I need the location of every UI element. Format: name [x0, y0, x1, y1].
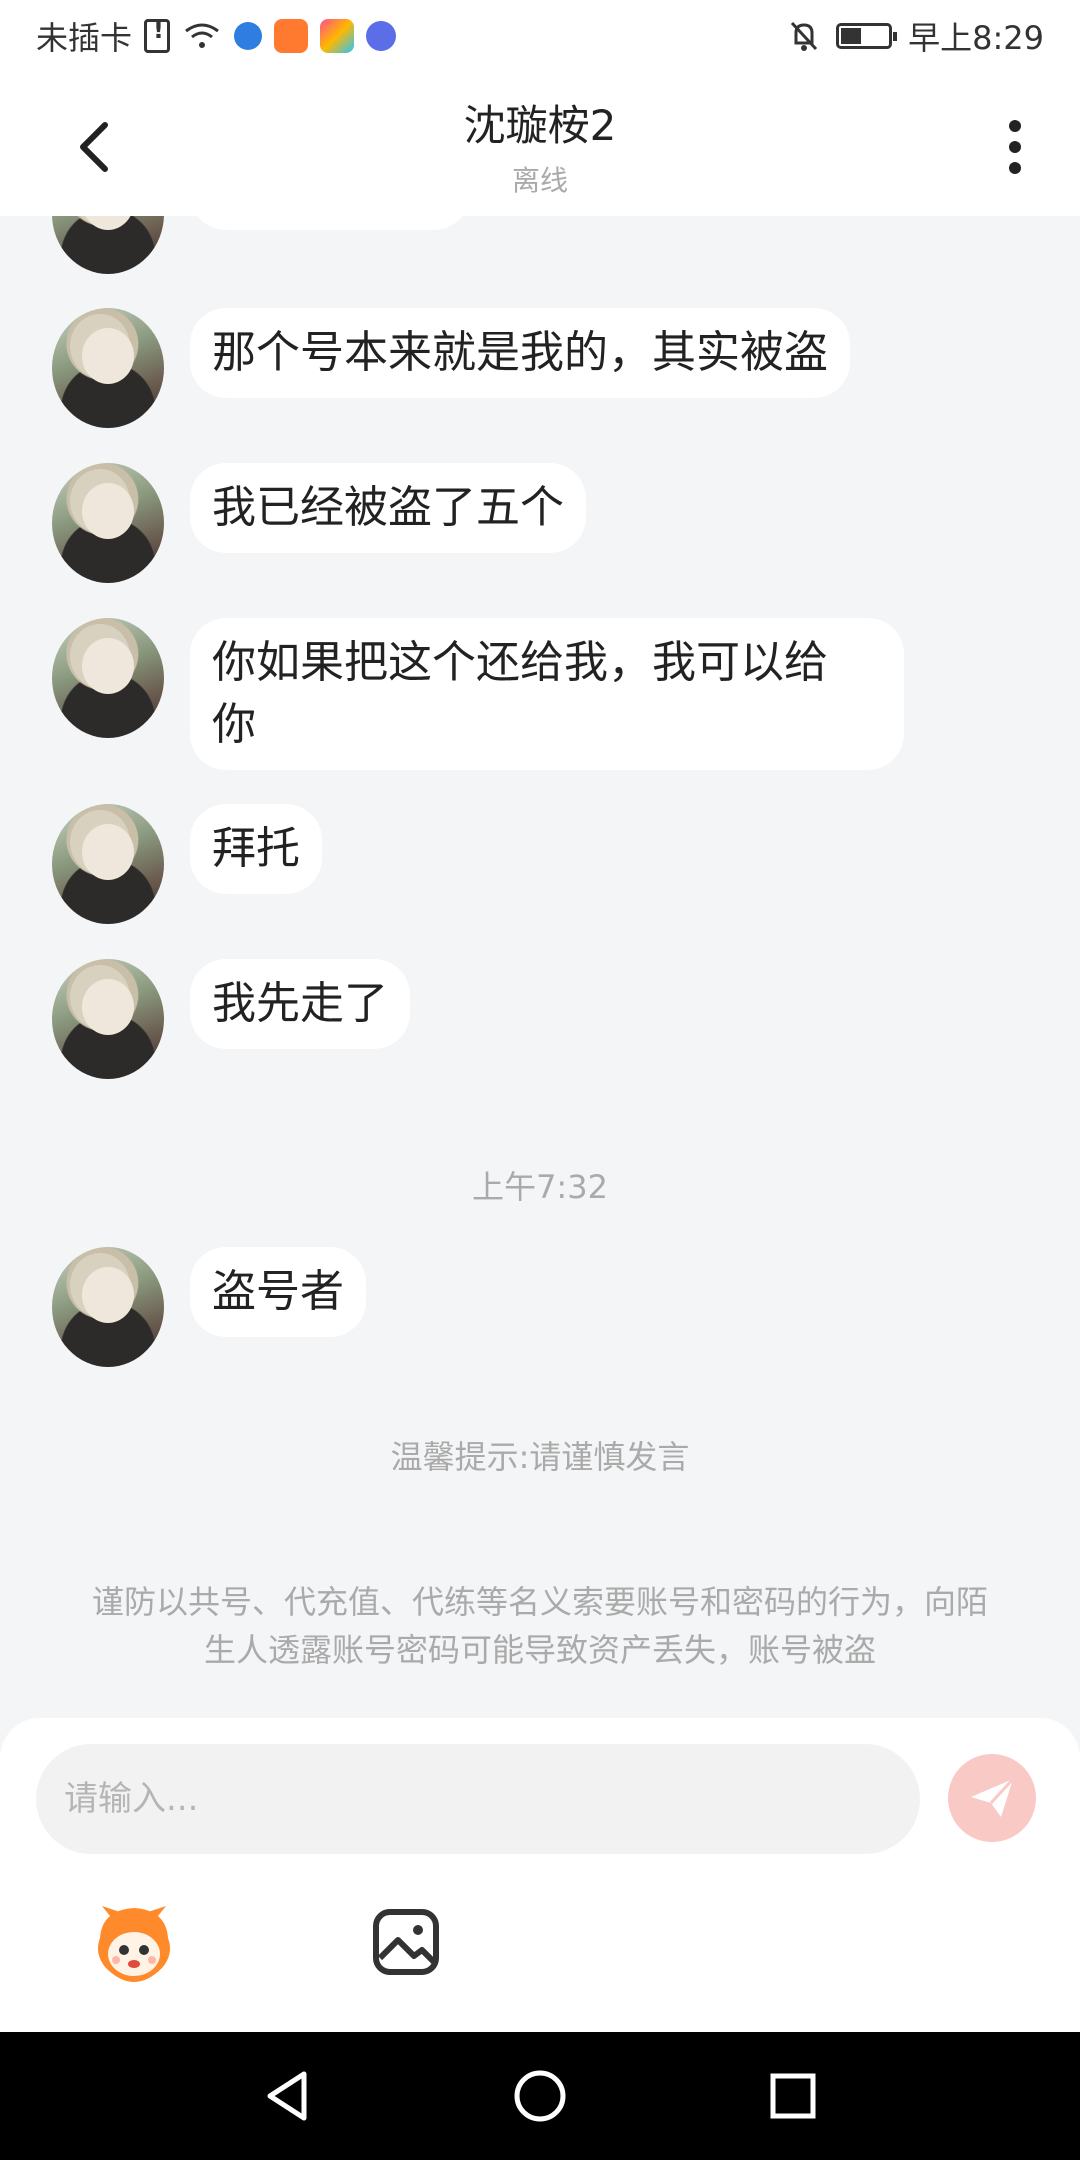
message-bubble[interactable]: 你如果把这个还给我，我可以给 你	[190, 618, 904, 770]
message-bubble[interactable]: 那个号本来就是我的，其实被盗	[190, 308, 850, 398]
composer	[0, 1718, 1080, 2032]
tip-text: 温馨提示:请谨慎发言	[390, 1438, 690, 1476]
image-icon	[373, 1909, 439, 1975]
message-item: 我已经被盗了五个	[52, 463, 586, 583]
paper-plane-icon	[971, 1777, 1015, 1817]
image-button[interactable]	[370, 1906, 442, 1978]
contact-name: 沈璇桉2	[463, 101, 617, 150]
message-item: 那个号本来就是我的，其实被盗	[52, 308, 850, 428]
mascot-emoji-icon	[98, 1906, 170, 1982]
more-vertical-icon	[1009, 120, 1021, 132]
contact-status: 离线	[511, 164, 568, 197]
wifi-icon	[185, 23, 219, 48]
message-bubble[interactable]: 盗号者	[190, 1247, 366, 1337]
store-app-icon	[320, 19, 355, 53]
avatar[interactable]	[52, 308, 164, 428]
status-left: 未插卡	[36, 13, 397, 59]
title-block: 沈璇桉2 离线	[0, 92, 1080, 199]
security-warning: 谨防以共号、代充值、代练等名义索要账号和密码的行为，向陌生人透露账号密码可能导致…	[91, 1583, 988, 1669]
message-item: 你如果把这个还给我，我可以给 你	[52, 618, 904, 770]
message-bubble-partial[interactable]	[190, 216, 470, 230]
emoji-button[interactable]	[92, 1902, 176, 1986]
globe-app-icon	[234, 22, 263, 50]
message-item: 拜托	[52, 804, 322, 924]
nav-back-button[interactable]	[247, 2056, 327, 2136]
message-item: 盗号者	[52, 1247, 366, 1367]
carrier-text: 未插卡	[36, 19, 133, 57]
chat-header: 沈璇桉2 离线	[0, 72, 1080, 216]
message-bubble[interactable]: 我已经被盗了五个	[190, 463, 586, 553]
square-recents-icon	[770, 2073, 816, 2119]
status-right: 早上8:29	[788, 13, 1044, 59]
send-button[interactable]	[948, 1754, 1036, 1842]
system-nav-bar	[0, 2032, 1080, 2160]
message-item-partial	[52, 216, 470, 274]
avatar[interactable]	[52, 216, 164, 274]
message-bubble[interactable]: 拜托	[190, 804, 322, 894]
message-bubble[interactable]: 我先走了	[190, 959, 410, 1049]
avatar[interactable]	[52, 463, 164, 583]
message-item: 我先走了	[52, 959, 410, 1079]
more-options-button[interactable]	[1000, 112, 1030, 182]
status-bar: 未插卡 早上8:29	[0, 0, 1080, 72]
message-list[interactable]: 那个号本来就是我的，其实被盗 我已经被盗了五个 你如果把这个还给我，我可以给 你…	[0, 216, 1080, 1716]
bell-muted-icon	[791, 21, 818, 51]
avatar[interactable]	[52, 959, 164, 1079]
battery-icon	[836, 23, 898, 49]
avatar[interactable]	[52, 618, 164, 738]
music-app-icon	[366, 21, 397, 51]
message-input[interactable]	[36, 1744, 920, 1854]
avatar[interactable]	[52, 1247, 164, 1367]
sim-alert-icon	[144, 16, 171, 53]
timestamp: 上午7:32	[472, 1168, 608, 1206]
clock: 早上8:29	[908, 19, 1044, 57]
nav-recents-button[interactable]	[753, 2056, 833, 2136]
video-app-icon	[274, 19, 309, 53]
triangle-back-icon	[267, 2071, 307, 2121]
circle-home-icon	[514, 2070, 566, 2122]
avatar[interactable]	[52, 804, 164, 924]
nav-home-button[interactable]	[500, 2056, 580, 2136]
